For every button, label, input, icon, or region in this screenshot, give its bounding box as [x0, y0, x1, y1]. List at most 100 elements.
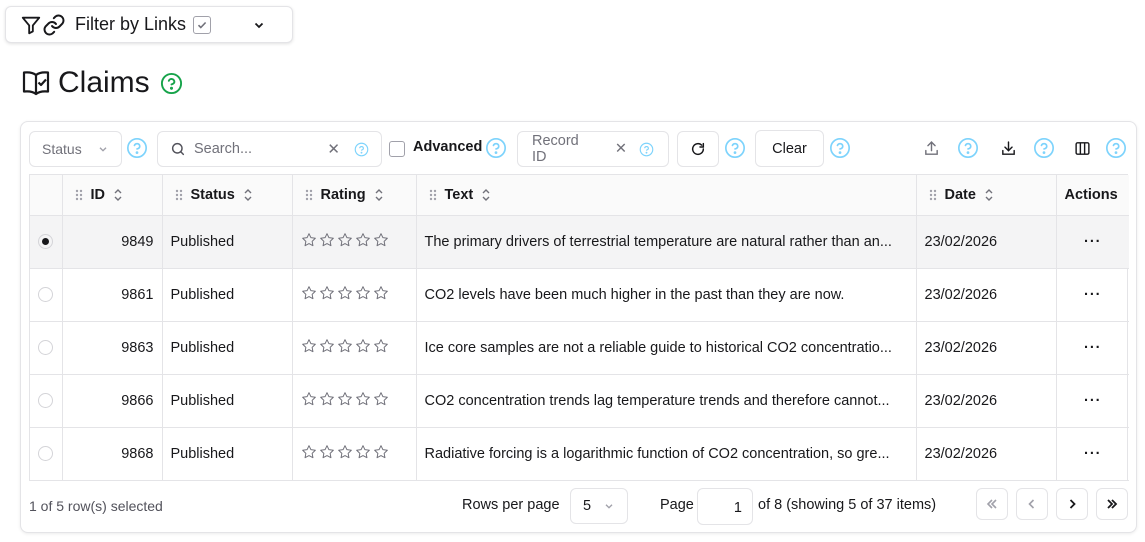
sort-icon[interactable] — [113, 188, 123, 202]
row-select-radio[interactable] — [38, 393, 54, 408]
star-rating[interactable] — [301, 232, 408, 252]
rows-per-page-select[interactable]: 5 — [570, 488, 628, 524]
first-page-button[interactable] — [976, 488, 1008, 520]
row-select-radio[interactable] — [38, 340, 54, 355]
drag-handle-icon[interactable] — [175, 189, 183, 201]
filter-dropdown-toggle[interactable] — [252, 18, 266, 32]
star-icon[interactable] — [337, 391, 353, 411]
star-icon[interactable] — [301, 285, 317, 305]
clear-search-icon[interactable]: ✕ — [327, 140, 340, 158]
sort-icon[interactable] — [481, 188, 491, 202]
row-select-radio[interactable] — [38, 287, 54, 302]
column-header-id[interactable]: ID — [62, 175, 163, 216]
record-id-help-icon[interactable] — [639, 142, 654, 157]
page-number-input[interactable]: 1 — [697, 488, 753, 525]
column-header-status[interactable]: Status — [162, 175, 293, 216]
advanced-help-icon[interactable] — [485, 137, 507, 159]
status-filter-select[interactable]: Status — [29, 131, 122, 167]
drag-handle-icon[interactable] — [75, 189, 83, 201]
star-icon[interactable] — [301, 391, 317, 411]
download-help-icon[interactable] — [1033, 137, 1055, 159]
next-page-button[interactable] — [1056, 488, 1088, 520]
star-icon[interactable] — [355, 444, 371, 464]
star-icon[interactable] — [319, 391, 335, 411]
star-icon[interactable] — [373, 285, 389, 305]
star-icon[interactable] — [373, 391, 389, 411]
row-select-radio[interactable] — [38, 446, 54, 461]
text-cell[interactable]: Ice core samples are not a reliable guid… — [416, 321, 917, 375]
row-actions-button[interactable]: ··· — [1056, 268, 1129, 322]
row-select-cell[interactable] — [30, 321, 63, 375]
star-icon[interactable] — [355, 391, 371, 411]
star-icon[interactable] — [337, 444, 353, 464]
column-header-rating[interactable]: Rating — [292, 175, 417, 216]
table-row[interactable]: 9861 Published CO2 levels have been much h… — [30, 268, 1129, 322]
star-icon[interactable] — [337, 338, 353, 358]
star-icon[interactable] — [373, 338, 389, 358]
row-actions-button[interactable]: ··· — [1056, 374, 1129, 428]
columns-help-icon[interactable] — [1105, 137, 1127, 159]
refresh-help-icon[interactable] — [724, 137, 746, 159]
star-rating[interactable] — [301, 338, 408, 358]
text-cell[interactable]: CO2 concentration trends lag temperature… — [416, 374, 917, 428]
text-cell[interactable]: Radiative forcing is a logarithmic funct… — [416, 427, 917, 481]
previous-page-button[interactable] — [1016, 488, 1048, 520]
search-input[interactable]: Search... ✕ — [157, 131, 382, 167]
sort-icon[interactable] — [374, 188, 384, 202]
table-row[interactable]: 9863 Published Ice core samples are not a … — [30, 321, 1129, 375]
star-icon[interactable] — [301, 232, 317, 252]
drag-handle-icon[interactable] — [929, 189, 937, 201]
row-select-cell[interactable] — [30, 374, 63, 428]
column-header-date[interactable]: Date — [916, 175, 1057, 216]
column-header-text[interactable]: Text — [416, 175, 917, 216]
last-page-button[interactable] — [1096, 488, 1128, 520]
star-icon[interactable] — [355, 338, 371, 358]
row-select-cell[interactable] — [30, 427, 63, 481]
status-help-icon[interactable] — [126, 137, 148, 159]
drag-handle-icon[interactable] — [429, 189, 437, 201]
star-icon[interactable] — [319, 444, 335, 464]
text-cell[interactable]: The primary drivers of terrestrial tempe… — [416, 215, 917, 269]
download-button[interactable] — [1000, 140, 1017, 157]
star-icon[interactable] — [319, 338, 335, 358]
export-button[interactable] — [923, 140, 940, 157]
star-rating[interactable] — [301, 285, 408, 305]
table-row[interactable]: 9849 Published The primary drivers of terr… — [30, 215, 1129, 269]
title-help-icon[interactable] — [160, 72, 183, 95]
sort-icon[interactable] — [984, 188, 994, 202]
star-icon[interactable] — [355, 232, 371, 252]
star-icon[interactable] — [337, 232, 353, 252]
star-icon[interactable] — [319, 285, 335, 305]
clear-button[interactable]: Clear — [755, 130, 824, 167]
columns-button[interactable] — [1074, 140, 1091, 157]
text-cell[interactable]: CO2 levels have been much higher in the … — [416, 268, 917, 322]
star-icon[interactable] — [301, 338, 317, 358]
clear-record-id-icon[interactable]: ✕ — [615, 141, 627, 157]
sort-icon[interactable] — [243, 188, 253, 202]
drag-handle-icon[interactable] — [305, 189, 313, 201]
star-rating[interactable] — [301, 391, 408, 411]
row-select-cell[interactable] — [30, 268, 63, 322]
row-actions-button[interactable]: ··· — [1056, 321, 1129, 375]
advanced-checkbox[interactable] — [389, 141, 405, 157]
table-row[interactable]: 9868 Published Radiative forcing is a loga… — [30, 427, 1129, 481]
row-actions-button[interactable]: ··· — [1056, 215, 1129, 269]
row-select-cell[interactable] — [30, 215, 63, 269]
star-icon[interactable] — [337, 285, 353, 305]
star-icon[interactable] — [373, 232, 389, 252]
export-help-icon[interactable] — [957, 137, 979, 159]
star-rating[interactable] — [301, 444, 408, 464]
row-actions-button[interactable]: ··· — [1056, 427, 1129, 481]
search-help-icon[interactable] — [354, 142, 369, 157]
refresh-button[interactable] — [677, 131, 719, 167]
row-select-radio[interactable] — [38, 234, 54, 249]
star-icon[interactable] — [373, 444, 389, 464]
filter-by-links-checkbox[interactable] — [193, 15, 212, 34]
clear-help-icon[interactable] — [829, 137, 851, 159]
star-icon[interactable] — [301, 444, 317, 464]
star-icon[interactable] — [319, 232, 335, 252]
star-icon[interactable] — [355, 285, 371, 305]
table-row[interactable]: 9866 Published CO2 concentration trends la… — [30, 374, 1129, 428]
record-id-input[interactable]: Record ID ✕ — [517, 131, 669, 167]
filter-by-links-control[interactable]: Filter by Links — [5, 6, 293, 43]
